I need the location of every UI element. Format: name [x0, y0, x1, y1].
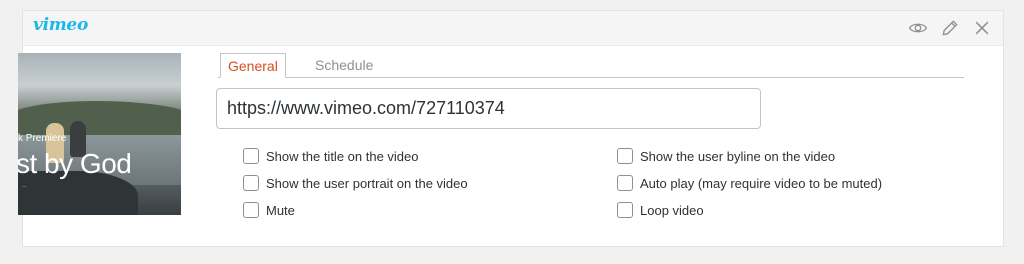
option-label: Show the user portrait on the video — [266, 175, 468, 191]
settings-tabs: General Schedule — [218, 53, 964, 78]
option-label: Show the user byline on the video — [640, 148, 836, 164]
option-autoplay[interactable]: Auto play (may require video to be muted… — [617, 174, 882, 192]
close-icon — [975, 21, 989, 35]
option-label: Mute — [266, 202, 295, 218]
panel-header: vimeo — [23, 11, 1003, 46]
thumbnail-subtitle: k Premiere — [18, 133, 67, 144]
option-label: Loop video — [640, 202, 704, 218]
eye-icon — [908, 23, 928, 33]
vimeo-logo: vimeo — [33, 15, 88, 35]
pencil-icon — [942, 20, 958, 36]
checkbox[interactable] — [243, 175, 259, 191]
option-loop[interactable]: Loop video — [617, 201, 704, 219]
video-thumbnail: k Premiere st by God ... — [18, 53, 181, 215]
option-label: Auto play (may require video to be muted… — [640, 175, 883, 191]
header-actions — [907, 17, 993, 39]
tab-general[interactable]: General — [220, 53, 286, 78]
option-show-portrait[interactable]: Show the user portrait on the video — [243, 174, 468, 192]
option-mute[interactable]: Mute — [243, 201, 295, 219]
thumbnail-caption: ... — [22, 183, 27, 189]
checkbox[interactable] — [243, 148, 259, 164]
remove-button[interactable] — [971, 17, 993, 39]
edit-button[interactable] — [939, 17, 961, 39]
checkbox[interactable] — [617, 148, 633, 164]
tab-schedule[interactable]: Schedule — [308, 53, 380, 77]
option-show-title[interactable]: Show the title on the video — [243, 147, 419, 165]
video-url-input[interactable] — [216, 88, 761, 129]
thumbnail-hill — [18, 101, 181, 137]
checkbox[interactable] — [617, 175, 633, 191]
preview-button[interactable] — [907, 17, 929, 39]
option-label: Show the title on the video — [266, 148, 419, 164]
checkbox[interactable] — [617, 202, 633, 218]
option-show-byline[interactable]: Show the user byline on the video — [617, 147, 835, 165]
checkbox[interactable] — [243, 202, 259, 218]
thumbnail-title: st by God — [18, 148, 132, 179]
